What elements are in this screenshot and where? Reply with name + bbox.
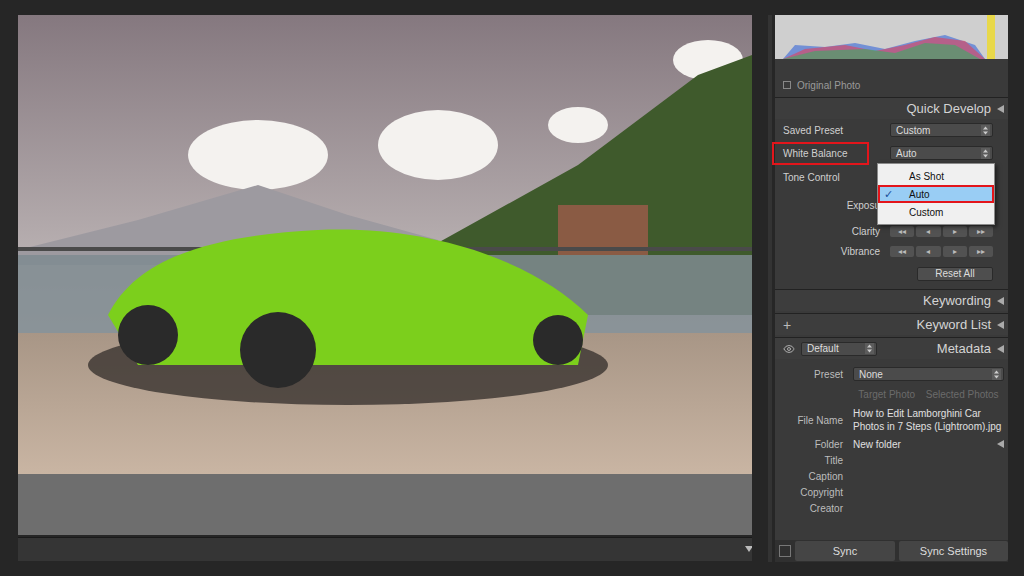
row-label: Saved Preset: [783, 125, 890, 136]
row-label: Tone Control: [783, 172, 890, 183]
step-button[interactable]: ▸: [943, 246, 967, 257]
collapse-triangle-icon[interactable]: [997, 321, 1004, 329]
white-balance-menu: As Shot✓AutoCustom: [877, 163, 995, 225]
row-label: Vibrance: [783, 246, 890, 257]
field-label: Title: [775, 455, 843, 466]
field-label: File Name: [775, 415, 843, 426]
target-option: Target Photo: [858, 389, 915, 400]
field-label: Creator: [775, 503, 843, 514]
updown-arrow-icon: [992, 369, 1001, 380]
quick-develop-row: White BalanceAuto: [775, 141, 1008, 165]
target-option: Selected Photos: [926, 389, 999, 400]
panel-title: Metadata: [937, 341, 991, 356]
quick-develop-row: Vibrance◂◂◂▸▸▸: [775, 241, 1008, 261]
metadata-field: Title: [775, 452, 1008, 468]
stepper: ◂◂◂▸▸▸: [890, 246, 993, 257]
eye-icon[interactable]: [783, 343, 795, 355]
left-column: [18, 15, 752, 576]
updown-arrow-icon: [981, 125, 990, 136]
photo-image: [18, 15, 752, 474]
gutter: [752, 15, 775, 576]
panel-title: Keywording: [923, 293, 991, 308]
menu-item[interactable]: Custom: [878, 203, 994, 221]
original-photo-toggle[interactable]: Original Photo: [775, 78, 1008, 92]
field-label: Caption: [775, 471, 843, 482]
target-toggle: Target Photo Selected Photos: [853, 389, 1004, 400]
menu-item[interactable]: ✓Auto: [878, 185, 994, 203]
quick-develop-row: Saved Preset Custom: [775, 119, 1008, 141]
panel-scrollbar[interactable]: [768, 15, 772, 562]
toolbar-menu-icon[interactable]: [745, 546, 752, 554]
toolbar: [18, 537, 752, 561]
label-highlight: Tone Control: [783, 172, 840, 183]
menu-item[interactable]: As Shot: [878, 167, 994, 185]
step-button[interactable]: ▸▸: [969, 246, 993, 257]
sync-button[interactable]: Sync: [795, 541, 895, 561]
field-value[interactable]: How to Edit Lamborghini Car Photos in 7 …: [853, 407, 1004, 433]
row-select[interactable]: Custom: [890, 123, 993, 137]
field-label: Copyright: [775, 487, 843, 498]
metadata-field: Creator: [775, 500, 1008, 516]
collapse-triangle-icon[interactable]: [997, 297, 1004, 305]
histogram-chart: [775, 15, 1008, 59]
metadata-header[interactable]: Default Metadata: [775, 337, 1008, 359]
row-select[interactable]: Auto: [890, 146, 993, 160]
row-label: Exposu: [783, 200, 890, 211]
metadata-field: Caption: [775, 468, 1008, 484]
row-label: Clarity: [783, 226, 890, 237]
check-mark: ✓: [884, 188, 909, 201]
collapse-triangle-icon[interactable]: [997, 345, 1004, 353]
right-panel: Original Photo Quick Develop Saved Preset C…: [775, 15, 1008, 562]
lightroom-window: Original Photo Quick Develop Saved Preset C…: [0, 0, 1024, 576]
label-highlight: Saved Preset: [783, 125, 843, 136]
photo: [18, 15, 752, 474]
metadata-preset-row: Preset None: [775, 363, 1008, 385]
step-button[interactable]: ◂: [916, 226, 940, 237]
metadata-field: Copyright: [775, 484, 1008, 500]
step-button[interactable]: ▸: [943, 226, 967, 237]
panel-title: Quick Develop: [906, 101, 991, 116]
label-highlight: White Balance: [772, 142, 869, 165]
stepper: ◂◂◂▸▸▸: [890, 226, 993, 237]
original-photo-label: Original Photo: [797, 80, 860, 91]
field-value[interactable]: New folder: [853, 438, 1004, 451]
keyword-list-header[interactable]: + Keyword List: [775, 313, 1008, 335]
reset-row: Reset All: [775, 261, 1008, 287]
photo-viewer: [18, 15, 752, 535]
field-label: Preset: [775, 369, 843, 380]
auto-sync-switch-icon[interactable]: [779, 545, 791, 557]
preset-select[interactable]: None: [853, 367, 1004, 381]
updown-arrow-icon: [865, 343, 874, 354]
target-row: Target Photo Selected Photos: [775, 385, 1008, 403]
step-button[interactable]: ◂◂: [890, 226, 914, 237]
original-photo-checkbox[interactable]: [783, 81, 791, 89]
metadata-field: File Name How to Edit Lamborghini Car Pho…: [775, 403, 1008, 436]
step-button[interactable]: ▸▸: [969, 226, 993, 237]
go-to-folder-icon[interactable]: [997, 440, 1004, 448]
step-button[interactable]: ◂◂: [890, 246, 914, 257]
step-button[interactable]: ◂: [916, 246, 940, 257]
collapse-triangle-icon[interactable]: [997, 105, 1004, 113]
histogram: [775, 15, 1008, 59]
sync-button[interactable]: Sync Settings: [899, 541, 1008, 561]
sync-bar: SyncSync Settings: [775, 540, 1008, 562]
keywording-header[interactable]: Keywording: [775, 289, 1008, 311]
add-keyword-button[interactable]: +: [783, 317, 795, 333]
reset-all-button[interactable]: Reset All: [917, 267, 993, 281]
field-label: Folder: [775, 439, 843, 450]
metadata-field: Folder New folder: [775, 436, 1008, 452]
quick-develop-header[interactable]: Quick Develop: [775, 97, 1008, 119]
metadata-preset-select[interactable]: Default: [801, 342, 877, 356]
row-label: White Balance: [783, 142, 890, 165]
panel-title: Keyword List: [917, 317, 991, 332]
updown-arrow-icon: [981, 148, 990, 159]
